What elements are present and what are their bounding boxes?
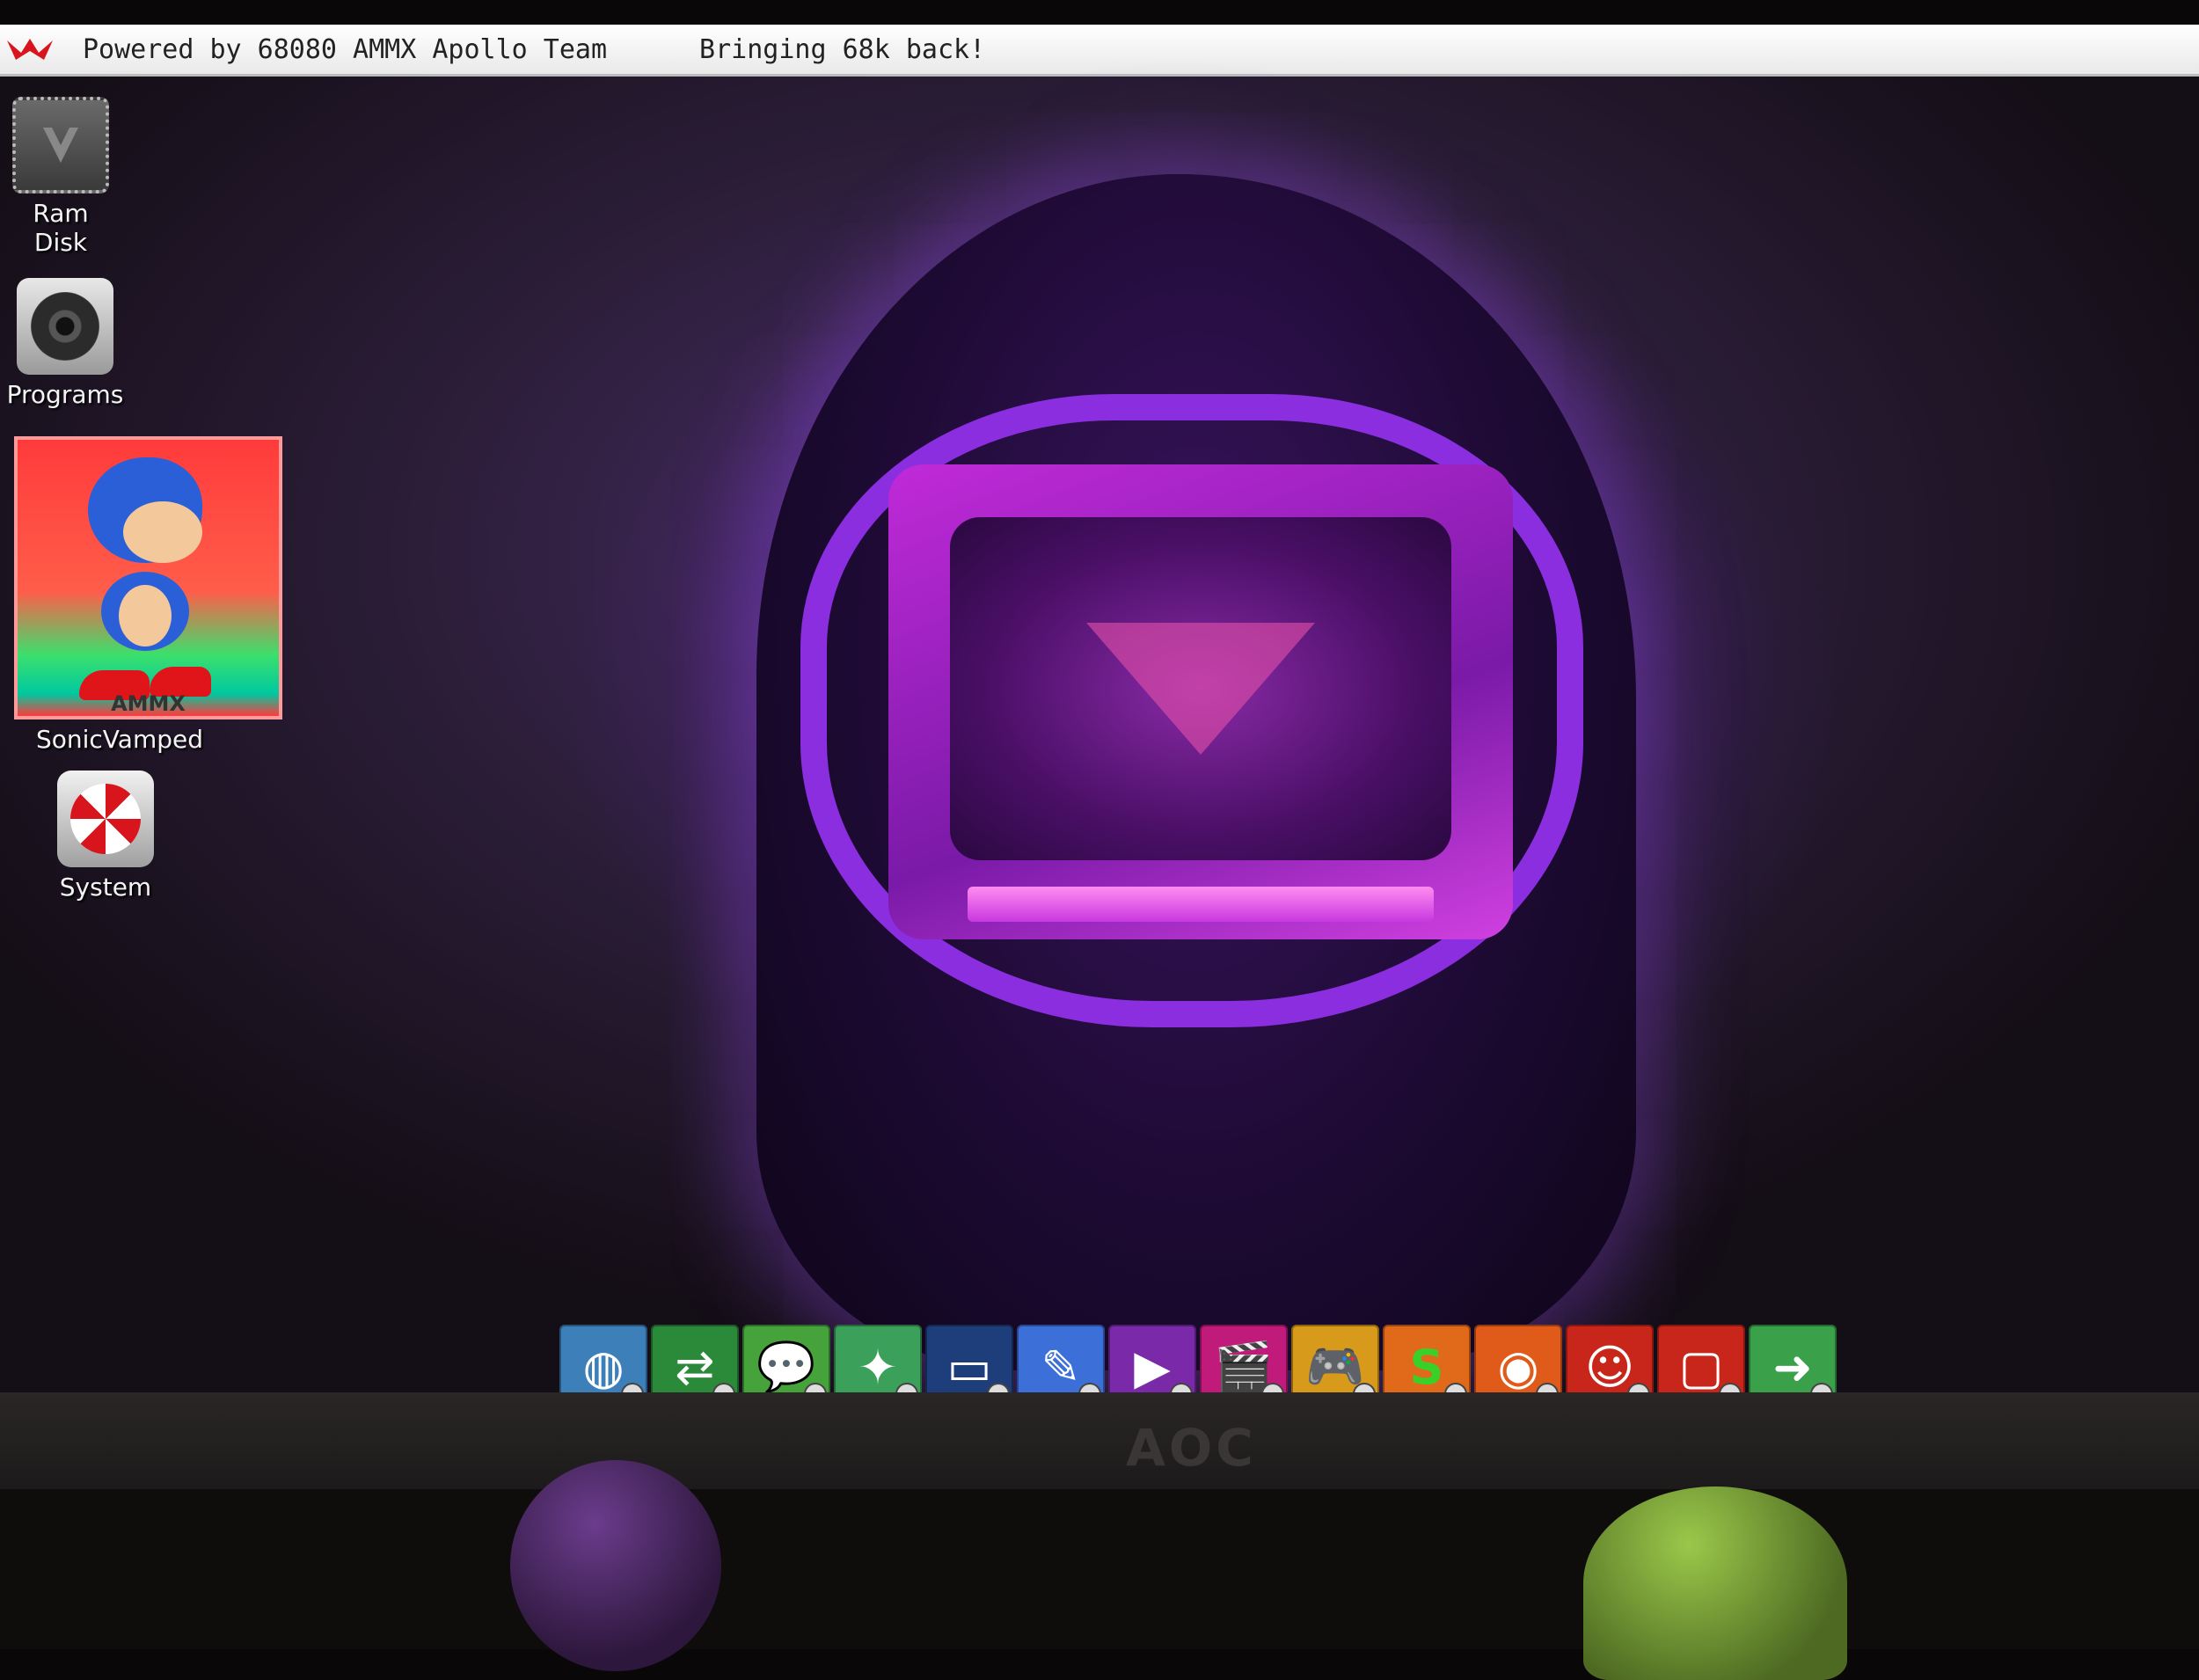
finder-face-icon[interactable]: ☺ — [1566, 1325, 1654, 1392]
globe-icon[interactable]: ◍ — [559, 1325, 647, 1392]
apollo-logo-icon[interactable] — [4, 32, 56, 67]
media-player-icon[interactable]: ▶ — [1108, 1325, 1196, 1392]
tv-screen — [950, 517, 1451, 860]
tv-v-logo — [1086, 623, 1315, 755]
tv-glow-bar — [968, 887, 1434, 922]
wallpaper-tv-head — [888, 464, 1513, 939]
desk-surface — [0, 1489, 2199, 1649]
floppy-arrow-icon[interactable]: ➜ — [1749, 1325, 1837, 1392]
text-editor-icon[interactable]: ✎ — [1017, 1325, 1105, 1392]
ammx-tag: AMMX — [111, 691, 186, 716]
spark-paint-icon[interactable]: ✦ — [834, 1325, 922, 1392]
boing-ball-drive-icon — [57, 771, 154, 867]
desktop-icon-system[interactable]: System — [44, 771, 167, 902]
app-dock: ◍ ⇄ 💬 ✦ ▭ ✎ ▶ 🎬 🎮 S ◉ ☺ ▢ ➜ — [559, 1325, 1840, 1392]
desktop-icon-label: SonicVamped — [35, 725, 203, 754]
green-android-figurine — [1583, 1486, 1847, 1680]
purple-figurine — [510, 1460, 721, 1671]
desktop-icon-ram-disk[interactable]: Ram Disk — [4, 97, 118, 257]
monitor-icon[interactable]: ▢ — [1657, 1325, 1745, 1392]
s-app-icon[interactable]: S — [1383, 1325, 1471, 1392]
gauge-icon[interactable]: ◉ — [1474, 1325, 1562, 1392]
hard-drive-icon — [17, 278, 113, 375]
screen-title-bar: Powered by 68080 AMMX Apollo Team Bringi… — [0, 25, 2199, 77]
ram-disk-chip-icon — [12, 97, 109, 194]
clapperboard-icon[interactable]: 🎬 — [1200, 1325, 1288, 1392]
desktop-icon-label: System — [59, 873, 152, 902]
arrows-swap-icon[interactable]: ⇄ — [651, 1325, 739, 1392]
desktop-screen: Powered by 68080 AMMX Apollo Team Bringi… — [0, 25, 2199, 1392]
gamepad-icon[interactable]: 🎮 — [1291, 1325, 1379, 1392]
tagline-text: Bringing 68k back! — [699, 33, 986, 65]
desktop-icon-label: Ram Disk — [33, 199, 89, 257]
monitor-bezel — [0, 1392, 2199, 1489]
desktop-icon-label: Programs — [6, 380, 124, 409]
monitor-brand: AOC — [1126, 1418, 1257, 1478]
desktop-icon-sonicvamped[interactable]: AMMX SonicVamped — [14, 436, 304, 754]
terminal-icon[interactable]: ▭ — [925, 1325, 1013, 1392]
powered-by-text: Powered by 68080 AMMX Apollo Team — [83, 33, 608, 65]
sonic-thumbnail: AMMX — [14, 436, 282, 719]
desktop-icon-programs[interactable]: Programs — [4, 278, 127, 409]
chat-bubble-icon[interactable]: 💬 — [742, 1325, 830, 1392]
